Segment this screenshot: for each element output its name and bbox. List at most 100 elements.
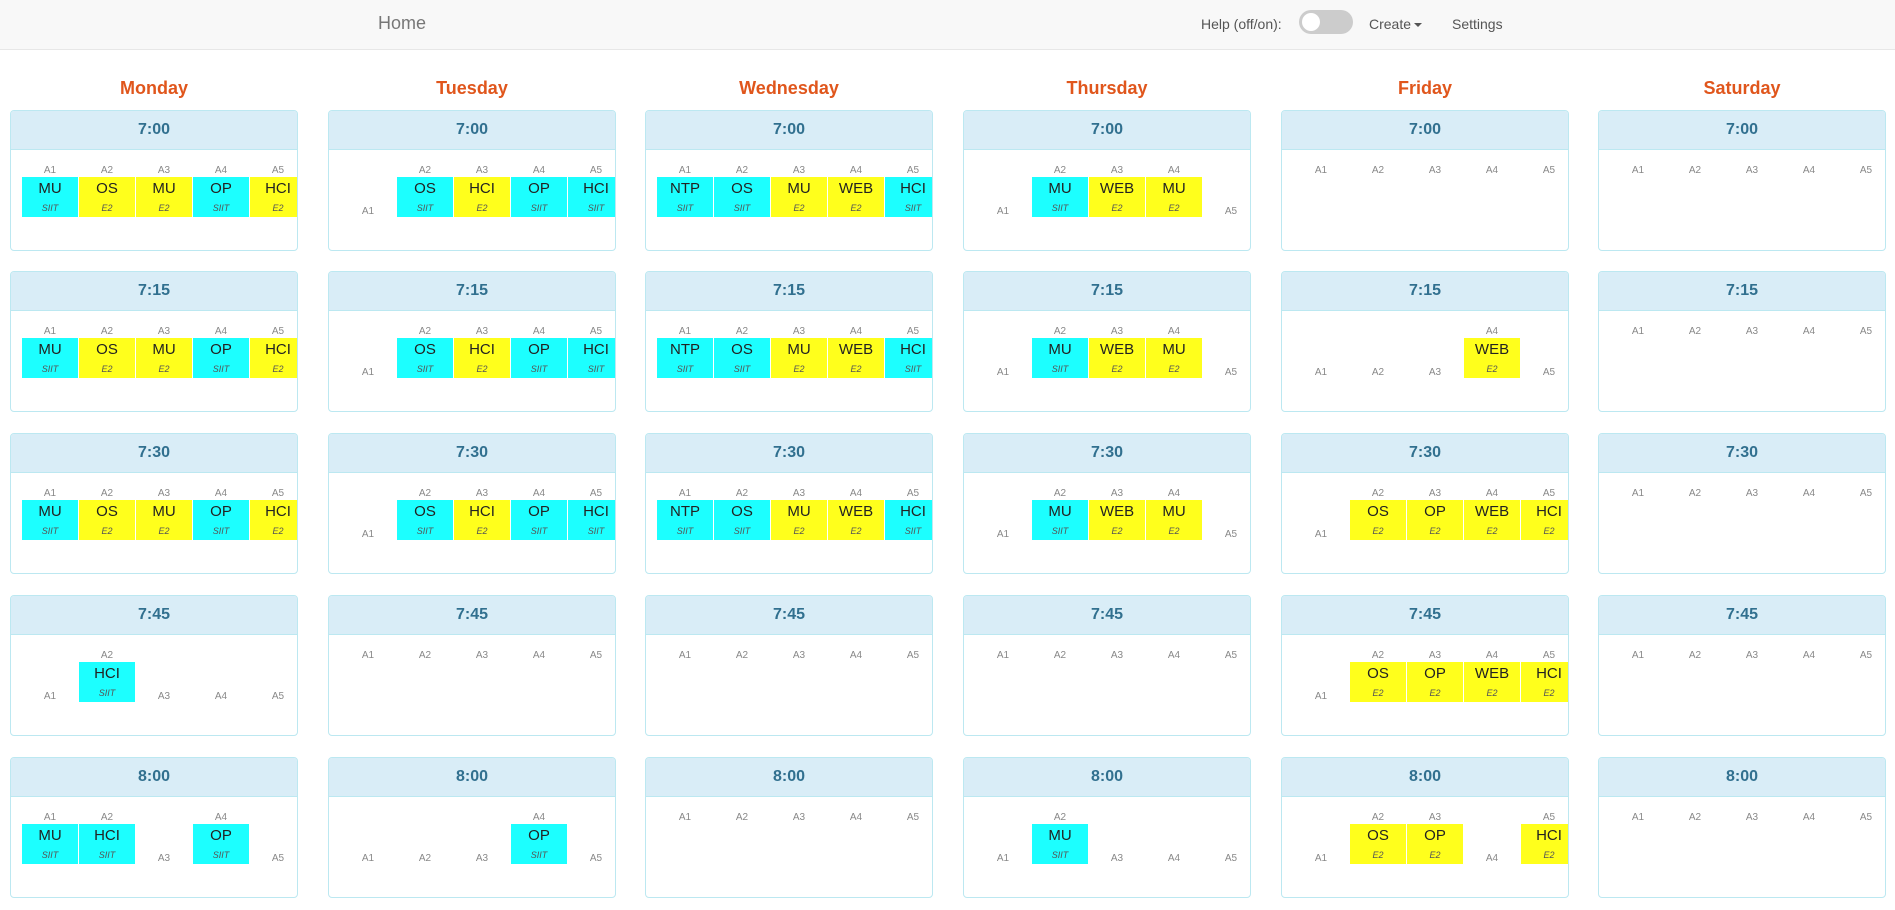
- room-cell[interactable]: A2 OS E2: [1350, 488, 1406, 540]
- room-cell[interactable]: A4: [1464, 812, 1520, 864]
- room-cell[interactable]: A2 OS E2: [79, 488, 135, 540]
- room-cell[interactable]: A1: [975, 650, 1031, 702]
- room-cell[interactable]: A3: [1724, 488, 1780, 540]
- room-cell[interactable]: A4: [511, 650, 567, 702]
- room-cell[interactable]: A4 WEB E2: [1464, 488, 1520, 540]
- room-cell[interactable]: A5 HCI E2: [250, 488, 297, 540]
- room-cell[interactable]: A3 MU E2: [771, 326, 827, 378]
- room-cell[interactable]: A1: [1293, 326, 1349, 378]
- room-cell[interactable]: A3: [1089, 812, 1145, 864]
- room-cell[interactable]: A2 OS E2: [1350, 650, 1406, 702]
- class-block[interactable]: MU SIIT: [1032, 500, 1088, 540]
- room-cell[interactable]: A5: [1521, 165, 1568, 217]
- class-block[interactable]: HCI SIIT: [568, 338, 615, 378]
- class-block[interactable]: WEB E2: [828, 177, 884, 217]
- room-cell[interactable]: A4 OP SIIT: [511, 165, 567, 217]
- room-cell[interactable]: A5 HCI SIIT: [885, 165, 932, 217]
- class-block[interactable]: NTP SIIT: [657, 338, 713, 378]
- room-cell[interactable]: A2: [1350, 165, 1406, 217]
- class-block[interactable]: OP SIIT: [193, 338, 249, 378]
- room-cell[interactable]: A3 MU E2: [771, 488, 827, 540]
- settings-link[interactable]: Settings: [1452, 16, 1503, 32]
- class-block[interactable]: WEB E2: [1464, 338, 1520, 378]
- room-cell[interactable]: A5: [1203, 165, 1250, 217]
- room-cell[interactable]: A1: [1293, 650, 1349, 702]
- room-cell[interactable]: A1 NTP SIIT: [657, 488, 713, 540]
- room-cell[interactable]: A3: [1724, 165, 1780, 217]
- room-cell[interactable]: A4 OP SIIT: [511, 488, 567, 540]
- room-cell[interactable]: A2 MU SIIT: [1032, 812, 1088, 864]
- class-block[interactable]: HCI E2: [454, 338, 510, 378]
- room-cell[interactable]: A1: [340, 326, 396, 378]
- class-block[interactable]: OP SIIT: [511, 500, 567, 540]
- room-cell[interactable]: A5: [1203, 488, 1250, 540]
- room-cell[interactable]: A5 HCI SIIT: [568, 165, 615, 217]
- room-cell[interactable]: A1 MU SIIT: [22, 488, 78, 540]
- class-block[interactable]: OS SIIT: [397, 338, 453, 378]
- room-cell[interactable]: A4 WEB E2: [828, 165, 884, 217]
- room-cell[interactable]: A5 HCI SIIT: [568, 488, 615, 540]
- class-block[interactable]: NTP SIIT: [657, 500, 713, 540]
- class-block[interactable]: OP E2: [1407, 824, 1463, 864]
- room-cell[interactable]: A3: [1724, 326, 1780, 378]
- room-cell[interactable]: A5 HCI E2: [1521, 488, 1568, 540]
- room-cell[interactable]: A5: [1203, 326, 1250, 378]
- room-cell[interactable]: A2 OS SIIT: [714, 165, 770, 217]
- room-cell[interactable]: A3 HCI E2: [454, 488, 510, 540]
- room-cell[interactable]: A3: [1089, 650, 1145, 702]
- room-cell[interactable]: A5: [1838, 326, 1885, 378]
- room-cell[interactable]: A5: [885, 812, 932, 864]
- room-cell[interactable]: A4 MU E2: [1146, 488, 1202, 540]
- room-cell[interactable]: A3 HCI E2: [454, 326, 510, 378]
- room-cell[interactable]: A4 OP SIIT: [193, 488, 249, 540]
- class-block[interactable]: MU E2: [771, 177, 827, 217]
- room-cell[interactable]: A5: [1838, 650, 1885, 702]
- room-cell[interactable]: A3: [771, 812, 827, 864]
- room-cell[interactable]: A5 HCI E2: [1521, 650, 1568, 702]
- room-cell[interactable]: A4: [1146, 650, 1202, 702]
- room-cell[interactable]: A2: [397, 812, 453, 864]
- room-cell[interactable]: A5: [1838, 488, 1885, 540]
- class-block[interactable]: HCI E2: [1521, 500, 1568, 540]
- class-block[interactable]: OP E2: [1407, 500, 1463, 540]
- room-cell[interactable]: A1: [657, 650, 713, 702]
- room-cell[interactable]: A2 MU SIIT: [1032, 488, 1088, 540]
- room-cell[interactable]: A3: [1407, 165, 1463, 217]
- room-cell[interactable]: A4: [1781, 650, 1837, 702]
- room-cell[interactable]: A1: [1610, 326, 1666, 378]
- room-cell[interactable]: A5: [250, 650, 297, 702]
- room-cell[interactable]: A5: [568, 812, 615, 864]
- room-cell[interactable]: A1: [1610, 165, 1666, 217]
- room-cell[interactable]: A2: [1667, 326, 1723, 378]
- class-block[interactable]: OS SIIT: [714, 338, 770, 378]
- class-block[interactable]: HCI SIIT: [568, 500, 615, 540]
- room-cell[interactable]: A4 WEB E2: [1464, 650, 1520, 702]
- room-cell[interactable]: A4 OP SIIT: [511, 812, 567, 864]
- room-cell[interactable]: A2: [1032, 650, 1088, 702]
- room-cell[interactable]: A2 OS SIIT: [397, 326, 453, 378]
- class-block[interactable]: OP SIIT: [511, 338, 567, 378]
- room-cell[interactable]: A1: [657, 812, 713, 864]
- room-cell[interactable]: A3: [136, 650, 192, 702]
- class-block[interactable]: MU SIIT: [22, 177, 78, 217]
- class-block[interactable]: OS SIIT: [714, 177, 770, 217]
- class-block[interactable]: OP E2: [1407, 662, 1463, 702]
- room-cell[interactable]: A2 HCI SIIT: [79, 650, 135, 702]
- room-cell[interactable]: A4 OP SIIT: [193, 326, 249, 378]
- class-block[interactable]: NTP SIIT: [657, 177, 713, 217]
- help-toggle[interactable]: [1299, 10, 1353, 34]
- class-block[interactable]: OS SIIT: [714, 500, 770, 540]
- room-cell[interactable]: A4: [1781, 326, 1837, 378]
- room-cell[interactable]: A5: [1203, 650, 1250, 702]
- class-block[interactable]: OS E2: [79, 338, 135, 378]
- room-cell[interactable]: A5 HCI SIIT: [885, 326, 932, 378]
- class-block[interactable]: WEB E2: [1089, 177, 1145, 217]
- room-cell[interactable]: A4: [193, 650, 249, 702]
- room-cell[interactable]: A5 HCI E2: [250, 165, 297, 217]
- room-cell[interactable]: A2 HCI SIIT: [79, 812, 135, 864]
- room-cell[interactable]: A3 OP E2: [1407, 812, 1463, 864]
- room-cell[interactable]: A4: [1781, 488, 1837, 540]
- room-cell[interactable]: A1 MU SIIT: [22, 165, 78, 217]
- class-block[interactable]: HCI SIIT: [885, 338, 932, 378]
- room-cell[interactable]: A4: [828, 650, 884, 702]
